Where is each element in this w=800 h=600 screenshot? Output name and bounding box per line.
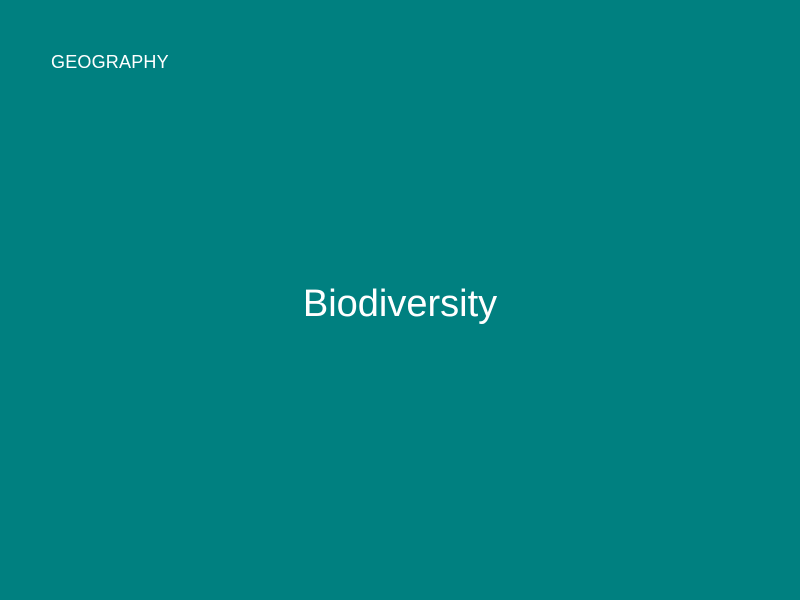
slide-title: Biodiversity <box>302 283 498 325</box>
subject-label: GEOGRAPHY <box>51 52 169 72</box>
title-slide: GEOGRAPHY Biodiversity <box>0 0 800 600</box>
